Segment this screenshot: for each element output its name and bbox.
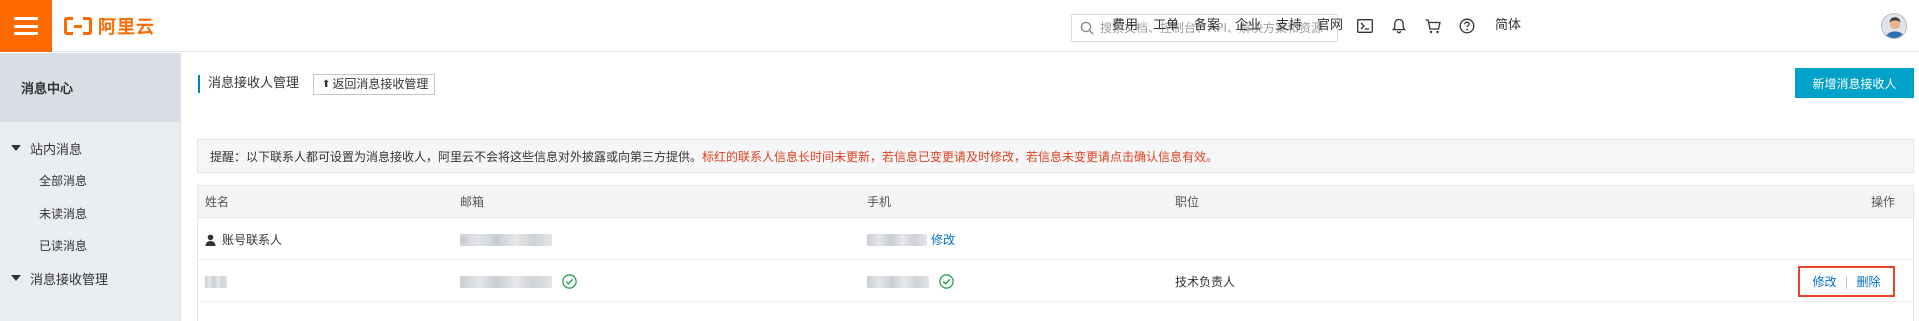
nav-fees[interactable]: 费用 bbox=[1112, 18, 1138, 34]
notice-warning-text: 标红的联系人信息长时间未更新，若信息已变更请及时修改，若信息未变更请点击确认信息… bbox=[702, 149, 1219, 164]
table-row: 技术负责人 修改 | 删除 bbox=[198, 261, 1913, 302]
hamburger-icon bbox=[14, 17, 38, 35]
nav-icp-filing[interactable]: 备案 bbox=[1194, 18, 1220, 34]
nav-official-site[interactable]: 官网 bbox=[1317, 18, 1343, 34]
name-cell bbox=[205, 261, 227, 302]
sidebar-group-label: 站内消息 bbox=[30, 142, 83, 158]
delete-link[interactable]: 删除 bbox=[1857, 273, 1881, 290]
recipients-table: 姓名 邮箱 手机 职位 操作 账号联系人 修改 技术负责人 修改 | 删除 bbox=[197, 185, 1914, 321]
menu-button[interactable] bbox=[0, 0, 52, 52]
add-recipient-button[interactable]: 新增消息接收人 bbox=[1795, 68, 1914, 98]
bell-icon[interactable] bbox=[1390, 17, 1408, 35]
column-header-name: 姓名 bbox=[205, 195, 230, 209]
verified-check-icon bbox=[562, 274, 577, 289]
back-button-label: 返回消息接收管理 bbox=[332, 77, 429, 91]
phone-cell bbox=[867, 261, 954, 302]
table-row: 账号联系人 修改 bbox=[198, 219, 1913, 260]
column-header-position: 职位 bbox=[1175, 195, 1200, 209]
language-switcher[interactable]: 简体 bbox=[1495, 18, 1521, 34]
user-avatar[interactable] bbox=[1881, 13, 1907, 39]
notice-banner: 提醒：以下联系人都可设置为消息接收人，阿里云不会将这些信息对外披露或向第三方提供… bbox=[197, 139, 1914, 173]
back-button[interactable]: ⬆ 返回消息接收管理 bbox=[313, 74, 436, 95]
position-cell: 技术负责人 bbox=[1175, 275, 1236, 289]
aliyun-logo[interactable]: 阿里云 bbox=[64, 14, 155, 38]
email-cell bbox=[460, 261, 577, 302]
column-header-email: 邮箱 bbox=[460, 195, 485, 209]
main-content: 消息接收人管理 ⬆ 返回消息接收管理 新增消息接收人 提醒：以下联系人都可设置为… bbox=[182, 53, 1919, 321]
cart-icon[interactable] bbox=[1424, 17, 1442, 35]
phone-redacted bbox=[867, 233, 927, 246]
phone-cell: 修改 bbox=[867, 219, 955, 260]
email-redacted bbox=[460, 233, 552, 246]
caret-down-icon bbox=[11, 275, 21, 281]
column-header-phone: 手机 bbox=[867, 195, 892, 209]
sidebar-title: 消息中心 bbox=[0, 53, 180, 122]
brand-name: 阿里云 bbox=[98, 17, 155, 38]
aliyun-logo-mark-icon bbox=[64, 17, 92, 35]
verified-check-icon bbox=[939, 274, 954, 289]
caret-down-icon bbox=[11, 145, 21, 151]
top-navigation-bar: 阿里云 费用 工单 备案 企业 支持 官网 简体 bbox=[0, 0, 1919, 52]
email-redacted bbox=[460, 275, 552, 288]
contact-name: 账号联系人 bbox=[222, 233, 283, 247]
column-header-actions: 操作 bbox=[1871, 195, 1896, 209]
nav-ticket[interactable]: 工单 bbox=[1153, 18, 1179, 34]
search-icon bbox=[1080, 21, 1094, 35]
nav-support[interactable]: 支持 bbox=[1276, 18, 1302, 34]
row-actions: 修改 | 删除 bbox=[1798, 266, 1895, 297]
back-arrow-icon: ⬆ bbox=[322, 79, 331, 90]
sidebar: 消息中心 站内消息 全部消息 未读消息 已读消息 消息接收管理 bbox=[0, 53, 181, 321]
email-cell bbox=[460, 219, 552, 260]
user-icon bbox=[205, 234, 216, 246]
name-redacted bbox=[205, 275, 227, 288]
phone-edit-link[interactable]: 修改 bbox=[931, 231, 955, 248]
name-cell: 账号联系人 bbox=[205, 219, 282, 260]
terminal-icon[interactable] bbox=[1356, 17, 1374, 35]
nav-enterprise[interactable]: 企业 bbox=[1235, 18, 1261, 34]
sidebar-group-label: 消息接收管理 bbox=[30, 272, 109, 288]
notice-text: 提醒：以下联系人都可设置为消息接收人，阿里云不会将这些信息对外披露或向第三方提供… bbox=[210, 149, 703, 164]
edit-link[interactable]: 修改 bbox=[1812, 273, 1836, 290]
sidebar-group-receive-management[interactable]: 消息接收管理 bbox=[0, 258, 181, 298]
action-divider: | bbox=[1844, 274, 1849, 289]
help-icon[interactable] bbox=[1458, 17, 1476, 35]
phone-redacted bbox=[867, 275, 929, 288]
page-title: 消息接收人管理 bbox=[198, 75, 299, 93]
table-header: 姓名 邮箱 手机 职位 操作 bbox=[198, 186, 1913, 218]
